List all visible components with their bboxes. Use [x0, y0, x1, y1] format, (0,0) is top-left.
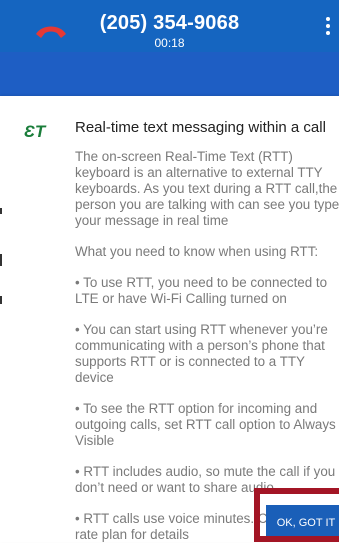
caller-number: (205) 354-9068 [99, 12, 240, 34]
more-vert-icon[interactable] [323, 14, 333, 42]
rtt-paragraph: What you need to know when using RTT: [75, 244, 319, 259]
left-edge-marks [0, 0, 4, 542]
rtt-paragraph: • To use RTT, you need to be connected t… [75, 275, 328, 306]
call-timer: 00:18 [154, 36, 185, 50]
rtt-paragraph: • You can start using RTT whenever you’r… [75, 322, 328, 385]
highlight-box [254, 488, 339, 542]
rtt-title: Real-time text messaging within a call [75, 119, 326, 136]
in-call-header: (205) 354-9068 00:18 [0, 0, 339, 96]
rtt-paragraph: The on-screen Real-Time Text (RTT) keybo… [75, 149, 339, 228]
rtt-paragraph: • To see the RTT option for incoming and… [75, 401, 336, 448]
rtt-icon: ƐT [24, 122, 46, 141]
